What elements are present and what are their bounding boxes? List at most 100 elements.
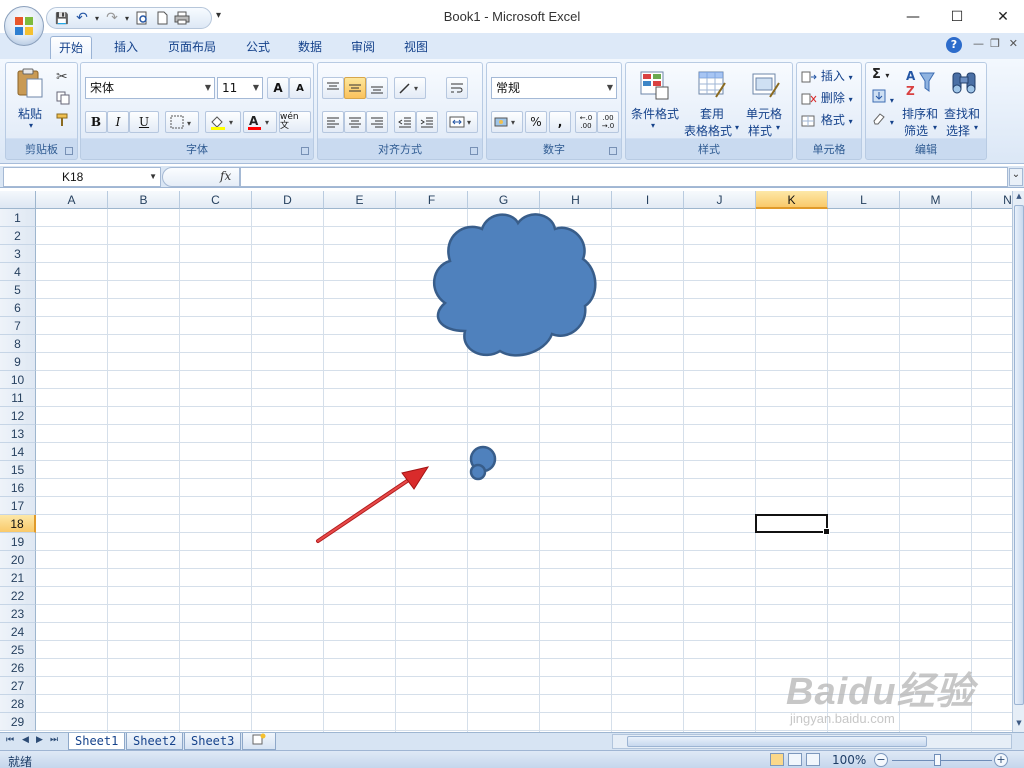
close-button[interactable]: ✕: [980, 4, 1024, 30]
tab-review[interactable]: 审阅: [343, 36, 383, 59]
tab-insert[interactable]: 插入: [106, 36, 146, 59]
normal-view-icon[interactable]: [770, 753, 784, 766]
increase-decimal-button[interactable]: ←.0 .00: [575, 111, 597, 133]
horizontal-scroll-thumb[interactable]: [627, 736, 927, 747]
underline-button[interactable]: U: [129, 111, 159, 133]
copy-icon[interactable]: [56, 91, 70, 108]
clear-icon[interactable]: ▾: [872, 111, 894, 128]
merge-center-button[interactable]: ▾: [446, 111, 478, 133]
tab-page-layout[interactable]: 页面布局: [160, 36, 224, 59]
first-sheet-icon[interactable]: ⏮: [6, 735, 14, 745]
autosum-icon[interactable]: Σ ▾: [872, 67, 889, 82]
zoom-in-button[interactable]: +: [994, 753, 1008, 767]
sheet-tab-2[interactable]: Sheet2: [126, 733, 184, 750]
shrink-font-button[interactable]: A: [289, 77, 311, 99]
orientation-button[interactable]: ▾: [394, 77, 426, 99]
sort-filter-icon[interactable]: A Z: [904, 67, 936, 99]
cell-styles-icon[interactable]: [750, 69, 782, 101]
paste-label[interactable]: 粘贴: [18, 105, 42, 122]
comma-style-button[interactable]: ,: [549, 111, 571, 133]
align-middle-button[interactable]: [344, 77, 366, 99]
name-box[interactable]: K18 ▼: [3, 167, 161, 187]
cloud-tail-bubble-small[interactable]: [469, 463, 487, 481]
borders-button[interactable]: ▾: [165, 111, 199, 133]
insert-sheet-button[interactable]: [242, 733, 276, 750]
scroll-up-icon[interactable]: ▲: [1013, 192, 1024, 204]
zoom-slider-track[interactable]: [892, 760, 992, 761]
zoom-slider-thumb[interactable]: [934, 754, 941, 766]
paste-dropdown-icon[interactable]: ▾: [29, 121, 33, 130]
number-format-combo[interactable]: 常规 ▼: [491, 77, 617, 99]
cell-styles-label2[interactable]: 样式: [748, 122, 772, 139]
zoom-level[interactable]: 100%: [832, 753, 866, 767]
align-bottom-button[interactable]: [366, 77, 388, 99]
cut-icon[interactable]: ✂: [56, 69, 68, 85]
increase-indent-button[interactable]: [416, 111, 438, 133]
insert-cells-button[interactable]: 插入 ▾: [801, 67, 853, 84]
delete-cells-button[interactable]: 删除 ▾: [801, 89, 853, 106]
horizontal-scrollbar[interactable]: [612, 734, 1012, 749]
font-color-button[interactable]: A ▾: [243, 111, 277, 133]
workbook-minimize-icon[interactable]: —: [973, 37, 984, 50]
conditional-formatting-icon[interactable]: [638, 69, 670, 101]
conditional-formatting-label[interactable]: 条件格式: [631, 105, 679, 122]
font-size-combo[interactable]: 11 ▼: [217, 77, 263, 99]
sheet-tab-3[interactable]: Sheet3: [184, 733, 242, 750]
next-sheet-icon[interactable]: ▶: [36, 735, 43, 745]
format-as-table-icon[interactable]: [696, 69, 728, 101]
zoom-out-button[interactable]: −: [874, 753, 888, 767]
tab-formulas[interactable]: 公式: [238, 36, 278, 59]
binoculars-icon[interactable]: [948, 67, 980, 99]
workbook-close-icon[interactable]: ✕: [1009, 37, 1018, 50]
office-button[interactable]: [4, 6, 44, 46]
decrease-decimal-button[interactable]: .00 →.0: [597, 111, 619, 133]
wrap-text-button[interactable]: [446, 77, 468, 99]
font-launcher-icon[interactable]: [301, 147, 309, 155]
active-cell[interactable]: [755, 514, 830, 535]
prev-sheet-icon[interactable]: ◀: [22, 735, 29, 745]
align-center-button[interactable]: [344, 111, 366, 133]
worksheet-grid[interactable]: A B C D E F G H I J K L M N 1 2 3 4 5 6 7 8 9 10 11 12 13 14 15 16 17 1…: [0, 191, 1012, 732]
accounting-format-button[interactable]: ▾: [491, 111, 523, 133]
grow-font-button[interactable]: A: [267, 77, 289, 99]
clipboard-launcher-icon[interactable]: [65, 147, 73, 155]
format-as-table-label2[interactable]: 表格格式: [684, 122, 732, 139]
sort-filter-label1[interactable]: 排序和: [902, 105, 938, 122]
formula-input[interactable]: [240, 167, 1008, 187]
align-top-button[interactable]: [322, 77, 344, 99]
page-layout-view-icon[interactable]: [788, 753, 802, 766]
format-cells-button[interactable]: 格式 ▾: [801, 111, 853, 128]
bold-button[interactable]: B: [85, 111, 107, 133]
italic-button[interactable]: I: [107, 111, 129, 133]
cloud-callout-shape[interactable]: [432, 213, 597, 481]
tab-view[interactable]: 视图: [396, 36, 436, 59]
fill-color-button[interactable]: ▾: [205, 111, 241, 133]
fill-icon[interactable]: ▾: [872, 89, 894, 106]
align-right-button[interactable]: [366, 111, 388, 133]
align-left-button[interactable]: [322, 111, 344, 133]
phonetic-guide-button[interactable]: wén 文: [279, 111, 311, 133]
tab-home[interactable]: 开始: [50, 36, 93, 59]
find-select-label2[interactable]: 选择: [946, 122, 970, 139]
cell-styles-label1[interactable]: 单元格: [746, 105, 782, 122]
decrease-indent-button[interactable]: [394, 111, 416, 133]
paste-icon[interactable]: [14, 67, 46, 99]
help-icon[interactable]: ?: [946, 37, 962, 53]
minimize-button[interactable]: —: [890, 4, 936, 30]
format-as-table-label1[interactable]: 套用: [700, 105, 724, 122]
sheet-tab-1[interactable]: Sheet1: [68, 733, 126, 750]
find-select-label1[interactable]: 查找和: [944, 105, 980, 122]
maximize-button[interactable]: ☐: [934, 4, 980, 30]
alignment-launcher-icon[interactable]: [470, 147, 478, 155]
font-name-combo[interactable]: 宋体 ▼: [85, 77, 215, 99]
workbook-restore-icon[interactable]: ❐: [990, 37, 1000, 50]
sort-filter-label2[interactable]: 筛选: [904, 122, 928, 139]
percent-button[interactable]: %: [525, 111, 547, 133]
number-launcher-icon[interactable]: [609, 147, 617, 155]
cloud-body[interactable]: [432, 213, 597, 357]
vertical-scrollbar[interactable]: ▲ ▼: [1012, 191, 1024, 732]
format-painter-icon[interactable]: [56, 113, 70, 130]
insert-function-icon[interactable]: fx: [220, 169, 231, 183]
scroll-down-icon[interactable]: ▼: [1013, 719, 1024, 731]
vertical-scroll-thumb[interactable]: [1014, 205, 1024, 705]
